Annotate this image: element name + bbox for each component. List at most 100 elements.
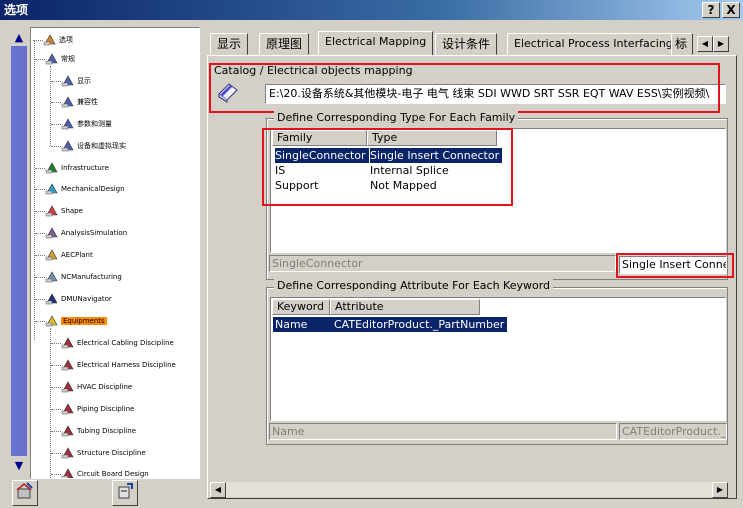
tree-item[interactable]: DMUNavigator: [35, 290, 112, 308]
close-button[interactable]: X: [722, 2, 740, 18]
tree-item[interactable]: AnalysisSimulation: [35, 224, 127, 242]
compatibility-icon: [61, 96, 75, 108]
catalog-label: Catalog / Electrical objects mapping: [214, 64, 413, 77]
family-column-header[interactable]: Family: [272, 130, 367, 146]
type-field[interactable]: Single Insert Connector: [619, 256, 727, 274]
keyword-field: Name: [269, 423, 617, 440]
tree-item-label: Tubing Discipline: [77, 427, 136, 435]
tab-scroll-right-icon[interactable]: ▶: [713, 36, 729, 52]
panel-horizontal-scrollbar[interactable]: ◀ ▶: [209, 481, 729, 498]
attribute-column-header[interactable]: Attribute: [330, 299, 480, 315]
catalog-book-icon[interactable]: [215, 80, 241, 104]
tree-item[interactable]: Structure Discipline: [51, 444, 146, 462]
family-cell[interactable]: Support: [275, 178, 318, 193]
attribute-field: CATEditorProduct._P: [619, 423, 727, 440]
tree-item[interactable]: 常规: [35, 50, 75, 68]
tree-item[interactable]: 参数和测量: [51, 115, 112, 133]
tree-item-label: Infrastructure: [61, 164, 109, 172]
tree-branch-line: [51, 342, 61, 344]
tree-branch-line: [33, 39, 43, 41]
keyword-cell[interactable]: Name: [273, 317, 331, 332]
tab-electrical-process-interfacing[interactable]: Electrical Process Interfacing: [507, 33, 680, 55]
tree-item[interactable]: HVAC Discipline: [51, 378, 132, 396]
tree-item-label: AnalysisSimulation: [61, 229, 128, 237]
general-icon: [45, 53, 59, 65]
tree-item[interactable]: 兼容性: [51, 93, 98, 111]
tree-item[interactable]: Shape: [35, 202, 83, 220]
reset-icon: [16, 482, 33, 499]
tree-scroll-thumb[interactable]: [11, 46, 27, 456]
tree-item-label: Electrical Harness Discipline: [77, 361, 176, 369]
tree-item-label: Piping Discipline: [77, 405, 135, 413]
tree-item[interactable]: MechanicalDesign: [35, 180, 125, 198]
type-cell[interactable]: Internal Splice: [370, 163, 449, 178]
dmu-navigator-icon: [45, 293, 59, 305]
tree-item-label: Equipments: [61, 317, 107, 325]
tree-item[interactable]: Electrical Harness Discipline: [51, 356, 176, 374]
analysis-icon: [45, 227, 59, 239]
tree-branch-line: [35, 254, 45, 256]
tree-branch-line: [35, 276, 45, 278]
tree-item-label: 选项: [59, 36, 73, 44]
circuit-board-icon: [61, 468, 75, 478]
hscroll-left-icon[interactable]: ◀: [210, 482, 226, 498]
infrastructure-icon: [45, 162, 59, 174]
tree-branch-line: [51, 408, 61, 410]
structure-icon: [61, 447, 75, 459]
export-options-button[interactable]: [112, 480, 138, 506]
tree-item[interactable]: Tubing Discipline: [51, 422, 136, 440]
keyword-attribute-table[interactable]: Keyword Attribute Name CATEditorProduct._…: [270, 297, 726, 421]
tree-item-label: Electrical Cabling Discipline: [77, 339, 174, 347]
tab-electrical-mapping[interactable]: Electrical Mapping: [318, 31, 434, 56]
type-cell[interactable]: Single Insert Connector: [370, 148, 503, 163]
tree-branch-line: [35, 298, 45, 300]
tree-item[interactable]: 显示: [51, 72, 91, 90]
tree-branch-line: [51, 80, 61, 82]
tree-branch-line: [51, 101, 61, 103]
tree-item[interactable]: NCManufacturing: [35, 268, 122, 286]
type-group-title: Define Corresponding Type For Each Famil…: [274, 111, 519, 124]
tree-item-label: Shape: [61, 207, 83, 215]
export-icon: [118, 483, 133, 499]
family-type-table[interactable]: Family Type SingleConnector Single Insert…: [270, 128, 726, 253]
tab-truncated[interactable]: 标: [671, 33, 693, 55]
reset-options-button[interactable]: [12, 480, 38, 506]
tree-item[interactable]: Circuit Board Design: [51, 465, 149, 478]
tree-item[interactable]: Piping Discipline: [51, 400, 134, 418]
catalog-path-field[interactable]: E:\20.设备系统&其他模块-电子 电气 线束 SDI WWD SRT SSR…: [265, 84, 726, 104]
type-column-header[interactable]: Type: [367, 130, 497, 146]
tab-schematic[interactable]: 原理图: [259, 33, 310, 55]
tree-item-label: 兼容性: [77, 98, 98, 106]
tab-design-conditions[interactable]: 设计条件: [435, 33, 498, 55]
tree-item[interactable]: Electrical Cabling Discipline: [51, 334, 174, 352]
tab-display[interactable]: 显示: [210, 33, 249, 55]
scroll-down-arrow-icon[interactable]: ▼: [11, 459, 27, 473]
keyword-column-header[interactable]: Keyword: [272, 299, 330, 315]
shape-icon: [45, 205, 59, 217]
tree-item[interactable]: Infrastructure: [35, 159, 109, 177]
family-cell[interactable]: IS: [275, 163, 285, 178]
tree-branch-line: [51, 386, 61, 388]
tree-branch-line: [35, 167, 45, 169]
hscroll-right-icon[interactable]: ▶: [712, 482, 728, 498]
type-cell[interactable]: Not Mapped: [370, 178, 437, 193]
tree-item[interactable]: AECPlant: [35, 246, 93, 264]
tree-branch-line: [35, 58, 45, 60]
scroll-up-arrow-icon[interactable]: ▲: [11, 31, 27, 45]
tree-item[interactable]: 选项: [33, 31, 73, 49]
devices-icon: [61, 140, 75, 152]
parameters-icon: [61, 118, 75, 130]
help-button[interactable]: ?: [702, 2, 720, 18]
tree-item-label: Circuit Board Design: [77, 470, 149, 478]
tree-item[interactable]: 设备和虚拟现实: [51, 137, 126, 155]
tree-item[interactable]: Equipments: [35, 312, 107, 330]
attribute-cell[interactable]: CATEditorProduct._PartNumber: [331, 317, 508, 332]
tab-scroll-left-icon[interactable]: ◀: [697, 36, 713, 52]
attribute-group-title: Define Corresponding Attribute For Each …: [274, 279, 554, 292]
family-cell[interactable]: SingleConnector: [275, 148, 369, 163]
window-title: 选项: [4, 3, 29, 17]
tree-branch-line: [35, 232, 45, 234]
tree-item-label: 参数和测量: [77, 120, 112, 128]
tree-branch-line: [51, 123, 61, 125]
tree-item-label: 设备和虚拟现实: [77, 142, 126, 150]
